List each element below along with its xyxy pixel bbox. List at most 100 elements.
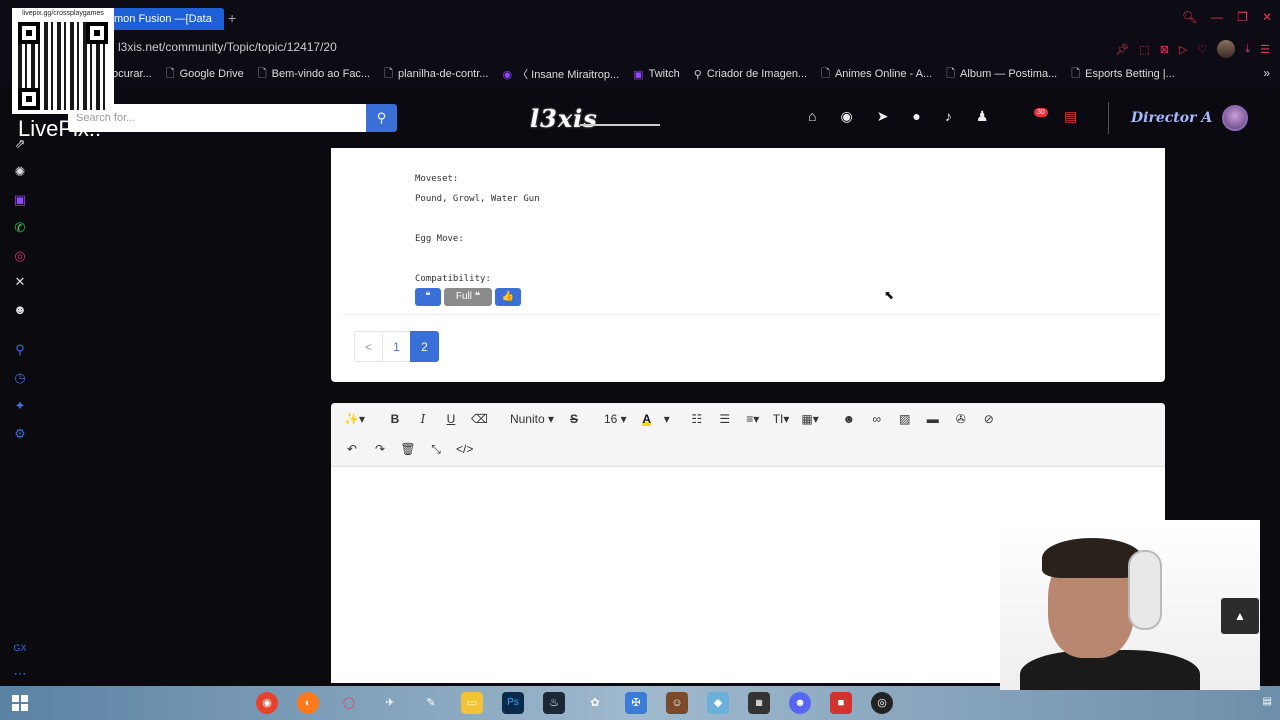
shop-icon[interactable]: ▤ (1064, 108, 1077, 125)
image-icon[interactable]: ▨ (892, 407, 918, 431)
close-window-icon[interactable]: ✕ (1262, 10, 1272, 24)
emoji-icon[interactable]: ☻ (836, 407, 862, 431)
play-icon[interactable]: ▷ (1179, 43, 1187, 56)
pagination-page-active[interactable]: 2 (410, 331, 439, 362)
site-logo[interactable]: l3xis (530, 104, 598, 133)
steam-icon[interactable]: ♨ (543, 692, 565, 714)
app-icon[interactable]: ✈ (379, 692, 401, 714)
app-icon[interactable]: ☺ (666, 692, 688, 714)
fullscreen-icon[interactable]: ⤡ (423, 437, 449, 461)
bookmark-item[interactable]: 🗋 planilha-de-contr... (384, 65, 488, 84)
minimize-icon[interactable]: — (1211, 10, 1223, 24)
bookmark-item[interactable]: ocurar... (112, 68, 152, 80)
new-tab-button[interactable]: + (228, 10, 236, 26)
profile-avatar[interactable] (1217, 40, 1236, 58)
magic-style-icon[interactable]: ✨▾ (339, 407, 370, 431)
send-icon[interactable]: ➤ (877, 108, 889, 125)
app-icon[interactable]: ■ (830, 692, 852, 714)
url-field[interactable]: l3xis.net/community/Topic/topic/12417/20 (118, 40, 337, 54)
obs-icon[interactable]: ◎ (871, 692, 893, 714)
calendar-icon[interactable]: ▦ (748, 692, 770, 714)
more-icon[interactable]: ⋯ (12, 666, 28, 682)
bold-icon[interactable]: B (382, 407, 408, 431)
heart-icon[interactable]: ♡ (1197, 43, 1207, 56)
bookmark-item[interactable]: ◉ 〈 Insane Miraitrop... (502, 66, 619, 82)
text-style-icon[interactable]: TI▾ (768, 407, 795, 431)
pagination-prev[interactable]: < (354, 331, 383, 362)
app-icon[interactable]: ✎ (420, 692, 442, 714)
home-icon[interactable]: ⌂ (808, 108, 816, 125)
menu-icon[interactable]: ☰ (1260, 43, 1270, 56)
full-quote-button[interactable]: Full ❝ (444, 288, 492, 306)
user-avatar[interactable] (1222, 105, 1248, 131)
quote-button[interactable]: ❝ (415, 288, 441, 306)
table-icon[interactable]: ▦▾ (796, 407, 823, 431)
spoiler-icon[interactable]: ✇ (948, 407, 974, 431)
like-button[interactable]: 👍 (495, 288, 521, 306)
block-icon[interactable]: ⊠ (1160, 43, 1169, 56)
browser-tab-active[interactable]: mon Fusion —[Data (110, 8, 224, 30)
snapshot-icon[interactable]: ⬚ (1139, 43, 1149, 56)
bookmarks-more-button[interactable]: » (1263, 66, 1270, 80)
friends-icon[interactable]: ♟ (976, 108, 989, 125)
align-icon[interactable]: ≡▾ (740, 407, 766, 431)
settings-icon[interactable]: ⚙ (12, 426, 28, 442)
scroll-to-top-button[interactable]: ▲ (1221, 598, 1259, 634)
bookmark-item[interactable]: 🗋 Album — Postima... (946, 65, 1057, 84)
italic-icon[interactable]: I (410, 407, 436, 431)
x-icon[interactable]: ✕ (12, 274, 28, 290)
username[interactable]: Director A (1131, 110, 1212, 126)
pin-icon[interactable]: 📌︎ (1115, 43, 1129, 56)
bookmark-item[interactable]: 🗋 Esports Betting |... (1071, 65, 1175, 84)
text-color-icon[interactable]: A (634, 407, 660, 431)
numbered-list-icon[interactable]: ☰ (712, 407, 738, 431)
bookmark-item[interactable]: 🗋 Google Drive (166, 65, 244, 84)
search-tabs-icon[interactable]: 🔍︎ (1182, 10, 1197, 24)
discord-icon[interactable]: ☻ (12, 302, 28, 318)
instagram-icon[interactable]: ◎ (12, 248, 28, 264)
discord-icon[interactable]: ☻ (789, 692, 811, 714)
windows-start-icon[interactable] (12, 695, 28, 711)
twitch-icon[interactable]: ▣ (12, 192, 28, 208)
code-view-icon[interactable]: </> (451, 437, 478, 461)
bookmark-item[interactable]: ⚲ Criador de Imagen... (694, 68, 807, 81)
bookmark-item[interactable]: ▣ Twitch (633, 68, 680, 81)
maximize-icon[interactable]: ❐ (1237, 10, 1248, 24)
link-icon[interactable]: ∞ (864, 407, 890, 431)
strikethrough-icon[interactable]: S (561, 407, 587, 431)
app-icon[interactable]: ✿ (584, 692, 606, 714)
redo-icon[interactable]: ↷ (367, 437, 393, 461)
whatsapp-icon[interactable]: ✆ (12, 220, 28, 236)
game-controller-icon[interactable]: ✠ (625, 692, 647, 714)
video-icon[interactable]: ▬ (920, 407, 946, 431)
pagination-page[interactable]: 1 (382, 331, 411, 362)
underline-icon[interactable]: U (438, 407, 464, 431)
eraser-icon[interactable]: ⌫ (466, 407, 493, 431)
bell-icon[interactable]: ♪ (945, 108, 952, 125)
user-icon[interactable]: ◉ (840, 108, 852, 125)
bullet-list-icon[interactable]: ☷ (684, 407, 710, 431)
photoshop-icon[interactable]: Ps (502, 692, 524, 714)
chatgpt-icon[interactable]: ✺ (12, 164, 28, 180)
font-family-select[interactable]: Nunito ▾ (505, 407, 559, 431)
bookmark-item[interactable]: 🗋 Animes Online - A... (821, 65, 932, 84)
font-size-select[interactable]: 16 ▾ (599, 407, 632, 431)
pin-icon[interactable]: ⚲ (12, 342, 28, 358)
gx-icon[interactable]: GX (12, 640, 28, 656)
hide-icon[interactable]: ⊘ (976, 407, 1002, 431)
trash-icon[interactable]: 🗑︎ (395, 437, 421, 461)
extensions-icon[interactable]: ✦ (12, 398, 28, 414)
bookmark-item[interactable]: 🗋 Bem-vindo ao Fac... (258, 65, 370, 84)
undo-icon[interactable]: ↶ (339, 437, 365, 461)
download-icon[interactable]: ⤓ (1245, 43, 1250, 56)
notification-icon[interactable]: ▤ (1263, 696, 1272, 707)
chrome-icon[interactable]: ◉ (256, 692, 278, 714)
search-button[interactable]: ⚲ (366, 104, 397, 132)
app-icon[interactable]: ◆ (707, 692, 729, 714)
chat-icon[interactable]: ● (912, 108, 920, 125)
history-icon[interactable]: ◷ (12, 370, 28, 386)
opera-gx-icon[interactable]: ◯ (338, 692, 360, 714)
folder-icon[interactable]: ▭ (461, 692, 483, 714)
color-dropdown-icon[interactable]: ▾ (662, 407, 672, 431)
firefox-icon[interactable]: ◐ (297, 692, 319, 714)
